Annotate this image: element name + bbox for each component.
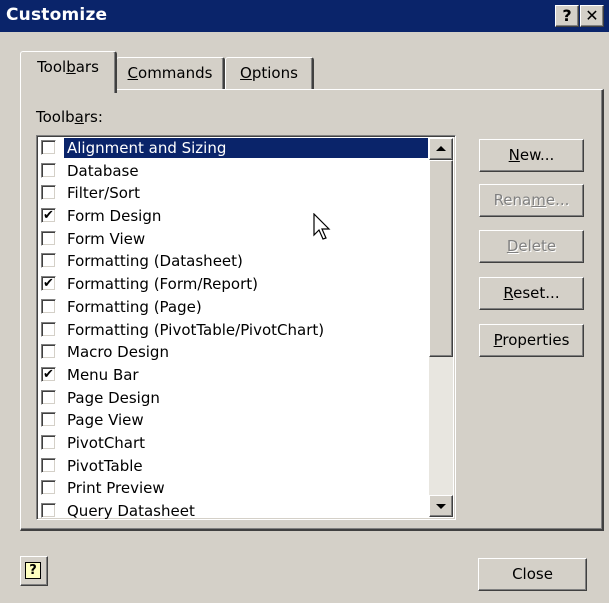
title-close-button[interactable]: ✕: [580, 5, 604, 27]
tab-options[interactable]: Options: [225, 57, 314, 90]
toolbar-checkbox[interactable]: [41, 253, 56, 269]
scroll-thumb[interactable]: [429, 160, 453, 357]
list-item[interactable]: Print Preview: [39, 478, 428, 501]
list-item[interactable]: Formatting (Datasheet): [39, 251, 428, 274]
toolbar-checkbox[interactable]: ✔: [41, 208, 56, 224]
title-help-button[interactable]: ?: [555, 5, 579, 27]
list-item[interactable]: Query Datasheet: [39, 501, 428, 520]
toolbar-checkbox[interactable]: [41, 434, 56, 450]
properties-button[interactable]: Properties: [479, 324, 584, 357]
list-item-label: PivotTable: [67, 456, 143, 475]
list-item[interactable]: Database: [39, 161, 428, 184]
list-item[interactable]: Alignment and Sizing: [39, 138, 428, 161]
toolbar-checkbox[interactable]: [41, 389, 56, 405]
list-item[interactable]: PivotTable: [39, 456, 428, 479]
help-icon: ?: [25, 562, 41, 579]
list-item-label: Macro Design: [67, 343, 169, 362]
toolbar-checkbox[interactable]: [41, 457, 56, 473]
list-item[interactable]: PivotChart: [39, 433, 428, 456]
toolbar-checkbox[interactable]: [41, 140, 56, 155]
list-item[interactable]: Page View: [39, 410, 428, 433]
tab-toolbars-label: Toolbars: [37, 58, 99, 76]
list-item-label: Formatting (Page): [67, 297, 202, 316]
scroll-down-button[interactable]: [429, 495, 453, 517]
list-item-label: Formatting (Form/Report): [67, 275, 258, 294]
listbox-scrollbar[interactable]: [429, 138, 453, 517]
list-item[interactable]: Form View: [39, 229, 428, 252]
list-item-label: Form View: [67, 229, 146, 248]
list-item[interactable]: ✔ Formatting (Form/Report): [39, 274, 428, 297]
list-item-label: PivotChart: [67, 433, 146, 452]
tab-toolbars[interactable]: Toolbars: [20, 51, 117, 93]
toolbars-items: Alignment and Sizing Database Filter/Sort ✔…: [39, 138, 428, 520]
list-item-label: Menu Bar: [67, 365, 139, 384]
delete-button[interactable]: Delete: [479, 230, 584, 263]
list-item-label: Filter/Sort: [67, 184, 140, 203]
list-item-label: Page View: [67, 411, 144, 430]
list-item[interactable]: Page Design: [39, 388, 428, 411]
toolbar-checkbox[interactable]: [41, 185, 56, 201]
toolbars-list-label: Toolbars:: [36, 108, 103, 126]
toolbar-checkbox[interactable]: ✔: [41, 366, 56, 382]
toolbar-checkbox[interactable]: [41, 412, 56, 428]
scroll-down-arrow-icon: [436, 504, 446, 509]
toolbars-listbox[interactable]: Alignment and Sizing Database Filter/Sort ✔…: [36, 135, 456, 520]
list-item[interactable]: Filter/Sort: [39, 183, 428, 206]
list-item-label: Formatting (PivotTable/PivotChart): [67, 320, 325, 339]
list-item[interactable]: Formatting (PivotTable/PivotChart): [39, 320, 428, 343]
list-item[interactable]: ✔ Form Design: [39, 206, 428, 229]
list-item-label: Page Design: [67, 388, 160, 407]
list-item-label: Alignment and Sizing: [64, 138, 428, 158]
list-item[interactable]: Formatting (Page): [39, 297, 428, 320]
toolbar-checkbox[interactable]: [41, 162, 56, 178]
help-button[interactable]: ?: [20, 556, 48, 586]
new-button[interactable]: New...: [479, 139, 584, 172]
list-item-label: Query Datasheet: [67, 502, 195, 520]
title-bar: Customize ? ✕: [0, 0, 609, 32]
scroll-up-arrow-icon: [436, 146, 446, 151]
tab-commands-label: Commands: [127, 64, 213, 82]
toolbar-checkbox[interactable]: [41, 298, 56, 314]
list-item-label: Formatting (Datasheet): [67, 252, 243, 271]
list-item-label: Form Design: [67, 207, 162, 226]
reset-button[interactable]: Reset...: [479, 277, 584, 310]
tab-commands[interactable]: Commands: [116, 57, 225, 90]
list-item[interactable]: Macro Design: [39, 342, 428, 365]
toolbar-checkbox[interactable]: [41, 230, 56, 246]
toolbar-checkbox[interactable]: [41, 321, 56, 337]
toolbar-checkbox[interactable]: ✔: [41, 276, 56, 292]
scroll-up-button[interactable]: [429, 138, 453, 160]
list-item[interactable]: ✔ Menu Bar: [39, 365, 428, 388]
toolbar-checkbox[interactable]: [41, 344, 56, 360]
window-title: Customize: [6, 5, 108, 25]
rename-button[interactable]: Rename...: [479, 184, 584, 217]
toolbar-checkbox[interactable]: [41, 480, 56, 496]
close-button[interactable]: Close: [478, 558, 587, 591]
list-item-label: Print Preview: [67, 479, 165, 498]
mouse-pointer-icon: [313, 213, 331, 240]
toolbar-checkbox[interactable]: [41, 503, 56, 518]
tab-options-label: Options: [240, 64, 298, 82]
list-item-label: Database: [67, 161, 139, 180]
